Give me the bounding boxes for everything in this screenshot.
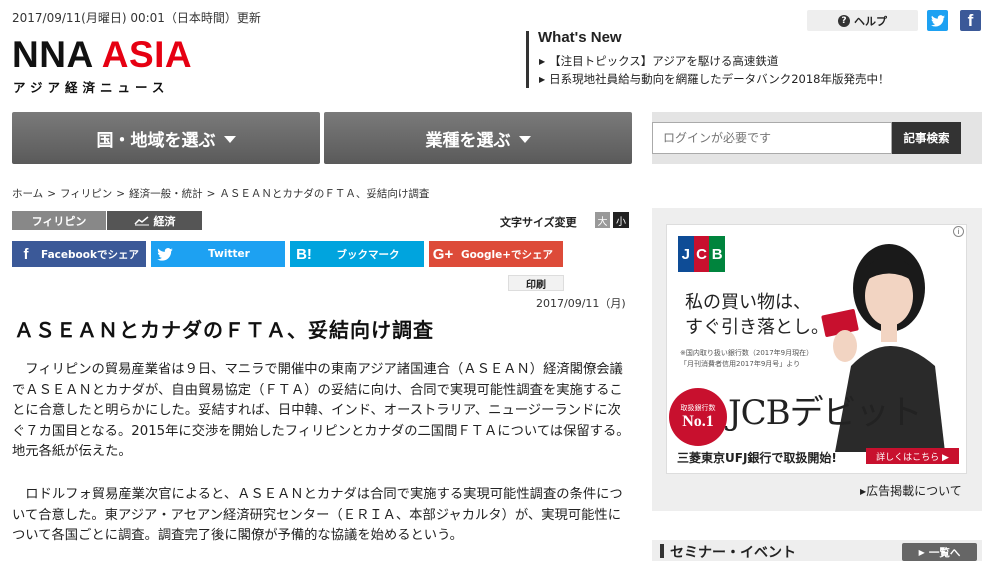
hatena-bookmark-label: ブックマーク <box>336 248 400 261</box>
ad-bank-text: 三菱東京UFJ銀行で取扱開始! <box>677 451 837 465</box>
breadcrumb-category[interactable]: 経済一般・統計 <box>129 188 203 200</box>
jcb-logo-letter: C <box>693 236 710 272</box>
print-button[interactable]: 印刷 <box>508 275 564 291</box>
ad-info-link[interactable]: ▶広告掲載について <box>860 482 962 499</box>
breadcrumb-separator: > <box>47 188 56 200</box>
google-plus-icon: G+ <box>432 245 454 263</box>
triangle-right-icon: ▶ <box>918 547 925 557</box>
ad-choices-icon[interactable]: i <box>953 226 964 237</box>
hatena-bookmark-icon: B! <box>296 245 312 263</box>
region-select-button[interactable]: 国・地域を選ぶ <box>12 112 320 164</box>
news-item[interactable]: ▶ 【注目トピックス】アジアを駆ける高速鉄道 <box>539 53 778 69</box>
help-label: ヘルプ <box>854 14 887 28</box>
google-plus-share-label: Google+でシェア <box>460 248 554 261</box>
twitter-share-button[interactable]: Twitter <box>151 241 285 267</box>
twitter-share-label: Twitter <box>208 248 250 260</box>
logo-accent: ASIA <box>101 34 193 75</box>
ad-footnote-line: ※国内取り扱い銀行数（2017年9月現在） <box>680 349 814 357</box>
line-chart-icon <box>133 216 149 226</box>
breadcrumb-home[interactable]: ホーム <box>12 188 43 200</box>
article-date: 2017/09/11（月) <box>536 297 626 310</box>
google-plus-share-button[interactable]: G+ Google+でシェア <box>429 241 563 267</box>
seminar-title: セミナー・イベント <box>670 545 796 561</box>
article-paragraph: フィリピンの貿易産業省は９日、マニラで開催中の東南アジア諸国連合（ＡＳＥＡＮ）経… <box>12 362 630 459</box>
caret-down-icon <box>223 135 236 143</box>
font-size-large-button[interactable]: 大 <box>595 212 610 228</box>
breadcrumb-separator: > <box>116 188 126 200</box>
region-select-label: 国・地域を選ぶ <box>96 130 216 151</box>
ad-footnote: ※国内取り扱い銀行数（2017年9月現在） 「月刊消費者信用2017年9月号」よ… <box>680 348 813 370</box>
update-datetime: 2017/09/11(月曜日) 00:01（日本時間）更新 <box>12 11 261 25</box>
facebook-share-button[interactable]: f Facebookでシェア <box>12 241 146 267</box>
news-item-label: 日系現地社員給与動向を網羅したデータバンク2018年版発売中！ <box>549 72 890 86</box>
ad-headline-line: すぐ引き落とし。 <box>685 317 829 338</box>
badge-rank: No.1 <box>682 413 714 430</box>
news-item[interactable]: ▶ 日系現地社員給与動向を網羅したデータバンク2018年版発売中！ <box>539 71 890 87</box>
twitter-icon[interactable] <box>927 10 948 31</box>
twitter-icon <box>151 247 179 261</box>
seminar-list-button[interactable]: ▶ 一覧へ <box>902 543 977 561</box>
facebook-share-label: Facebookでシェア <box>41 248 139 261</box>
industry-select-label: 業種を選ぶ <box>425 130 511 151</box>
industry-tag[interactable]: 経済 <box>107 211 202 230</box>
ad-headline: 私の買い物は、 すぐ引き落とし。 <box>685 290 829 340</box>
whats-new-divider <box>526 31 529 88</box>
badge-caption: 取扱銀行数 <box>680 404 716 412</box>
question-icon: ? <box>838 14 850 27</box>
industry-tag-label: 経済 <box>153 214 176 228</box>
font-size-label: 文字サイズ変更 <box>500 216 577 229</box>
caret-down-icon <box>518 135 531 143</box>
site-logo[interactable]: NNA ASIA <box>12 36 192 73</box>
breadcrumb: ホーム > フィリピン > 経済一般・統計 > ＡＳＥＡＮとカナダのＦＴＡ、妥結向け調査 <box>12 186 429 201</box>
breadcrumb-country[interactable]: フィリピン <box>60 188 112 200</box>
breadcrumb-current: ＡＳＥＡＮとカナダのＦＴＡ、妥結向け調査 <box>219 188 430 200</box>
jcb-logo-letter: J <box>678 236 694 272</box>
facebook-icon: f <box>23 245 29 263</box>
triangle-right-icon: ▶ <box>539 57 546 66</box>
help-button[interactable]: ? ヘルプ <box>807 10 918 31</box>
jcb-logo-letter: B <box>709 236 726 272</box>
ad-headline-line: 私の買い物は、 <box>685 292 811 313</box>
facebook-icon[interactable]: f <box>960 10 981 31</box>
industry-select-button[interactable]: 業種を選ぶ <box>324 112 632 164</box>
logo-main: NNA <box>12 34 93 75</box>
search-input[interactable] <box>652 122 892 154</box>
ad-footnote-line: 「月刊消費者信用2017年9月号」より <box>680 360 801 368</box>
section-marker <box>660 544 664 558</box>
whats-new-title: What's New <box>538 29 622 46</box>
country-tag[interactable]: フィリピン <box>12 211 106 230</box>
font-size-small-button[interactable]: 小 <box>613 212 629 228</box>
ad-details-button[interactable]: 詳しくはこちら ▶ <box>866 448 959 464</box>
news-item-label: 【注目トピックス】アジアを駆ける高速鉄道 <box>549 54 779 68</box>
seminar-list-label: 一覧へ <box>928 546 961 559</box>
ad-info-label: 広告掲載について <box>866 484 962 498</box>
triangle-right-icon: ▶ <box>539 75 546 84</box>
article-paragraph: ロドルフォ貿易産業次官によると、ＡＳＥＡＮとカナダは合同で実施する実現可能性調査… <box>12 487 623 543</box>
hatena-bookmark-button[interactable]: B! ブックマーク <box>290 241 424 267</box>
search-button[interactable]: 記事検索 <box>892 122 961 154</box>
no1-badge: 取扱銀行数 No.1 <box>669 388 727 446</box>
ad-product-name: JCBデビット <box>728 393 923 433</box>
jcb-logo: J C B <box>678 236 726 272</box>
article-title: ＡＳＥＡＮとカナダのＦＴＡ、妥結向け調査 <box>14 318 434 342</box>
logo-subtitle: アジア経済ニュース <box>13 80 170 95</box>
breadcrumb-separator: > <box>206 188 216 200</box>
